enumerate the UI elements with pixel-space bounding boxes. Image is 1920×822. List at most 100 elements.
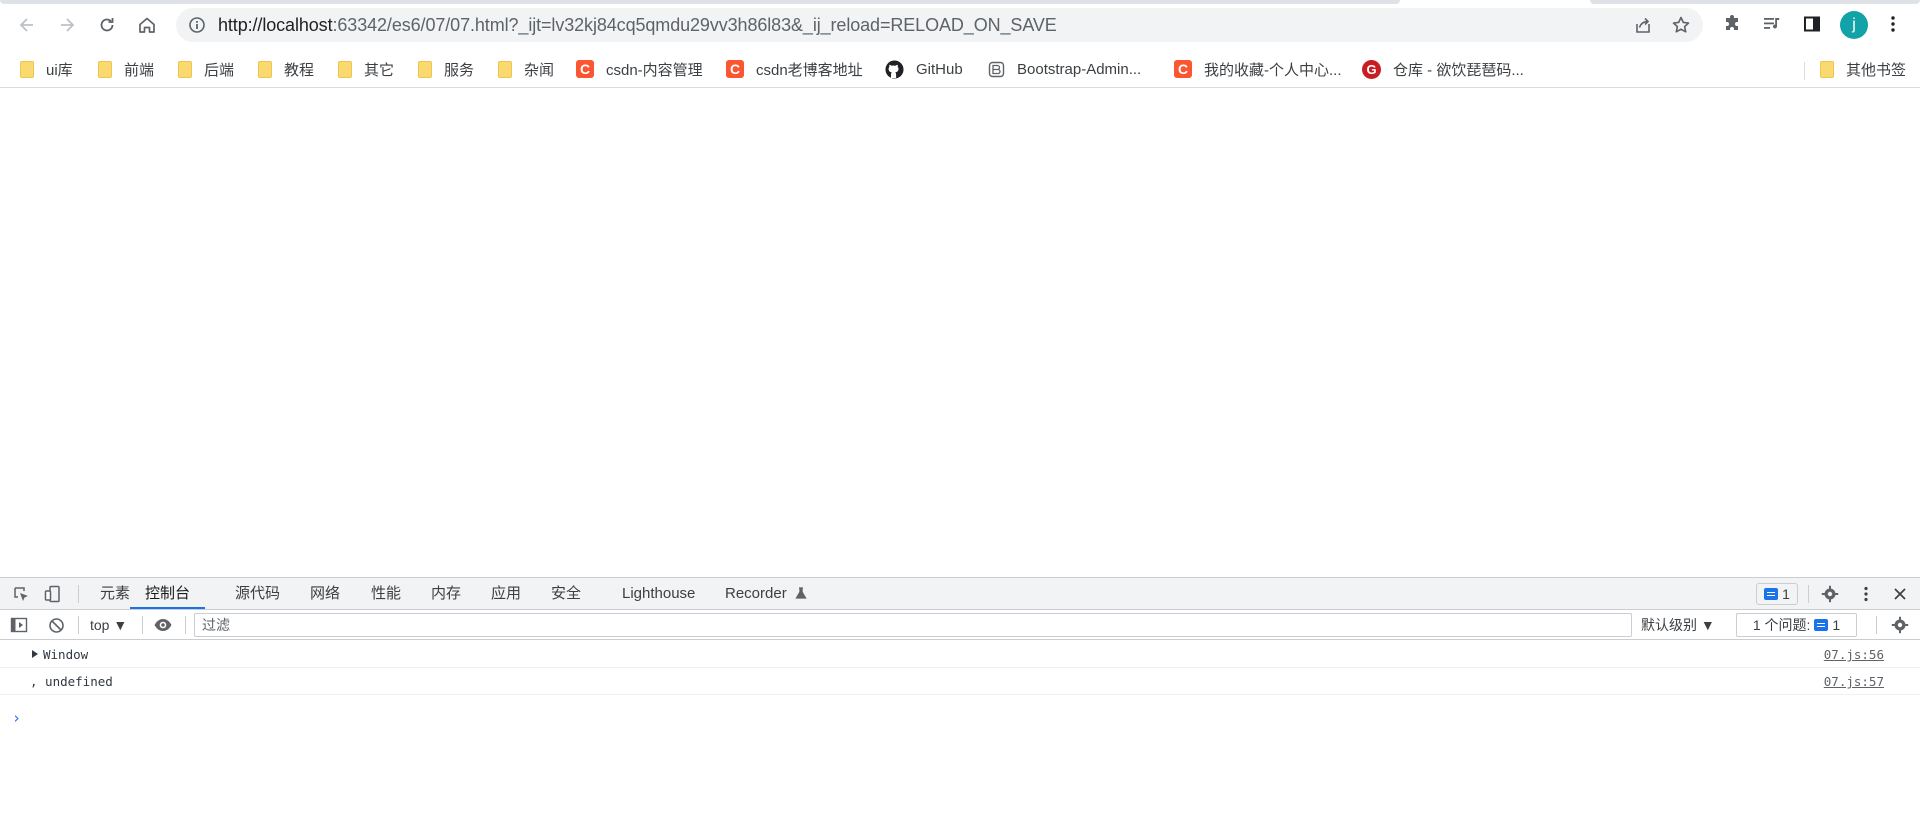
tab-lighthouse[interactable]: Lighthouse [622,578,695,609]
bookmark-folder-other[interactable]: 其它 [338,56,394,82]
console-message[interactable]: , undefined 07.js:57 [0,668,1920,695]
bookmark-csdn-favorites[interactable]: C 我的收藏-个人中心... [1174,56,1342,82]
kebab-menu-icon [1864,586,1868,602]
bookmark-other-bookmarks[interactable]: 其他书签 [1820,56,1906,82]
filter-separator [142,616,143,634]
bookmark-github[interactable]: GitHub [885,56,963,82]
page-viewport [0,89,1920,577]
bookmark-csdn-content[interactable]: Ccsdn-内容管理 [576,56,703,82]
reload-icon [100,18,114,32]
star-icon[interactable] [1671,15,1691,35]
side-panel-icon [1804,16,1820,32]
console-prompt[interactable]: › [12,709,21,727]
puzzle-icon [1726,15,1738,30]
folder-icon [418,60,432,78]
browser-toolbar: http://localhost:63342/es6/07/07.html?_i… [0,0,1920,50]
eye-icon [154,619,172,631]
devtools-panel: 元素 控制台 源代码 网络 性能 内存 应用 安全 Lighthouse Rec… [0,577,1920,822]
message-icon [1814,619,1829,631]
home-icon [139,17,155,33]
bookmark-csdn-old-blog[interactable]: Ccsdn老博客地址 [726,56,863,82]
filter-separator [78,616,79,634]
show-sidebar-button[interactable] [9,615,29,635]
tab-recorder[interactable]: Recorder [725,578,807,609]
info-icon[interactable] [188,16,206,34]
tab-separator [78,585,79,603]
message-icon [1764,588,1779,600]
clear-console-button[interactable] [46,615,66,635]
side-panel-button[interactable] [1801,13,1823,35]
issues-count-button[interactable]: 1 个问题: 1 [1736,613,1857,637]
tab-strip-edge-right [1590,0,1920,4]
menu-button[interactable] [1882,13,1904,35]
live-expression-button[interactable] [153,615,173,635]
expand-triangle-icon[interactable] [31,649,39,659]
bookmark-gitee-repo[interactable]: G 仓库 - 欲饮琵琶码... [1362,56,1524,82]
issues-badge-button[interactable]: 1 [1756,583,1798,605]
bookmark-folder-ui[interactable]: ui库 [20,56,73,82]
console-source-link[interactable]: 07.js:57 [1824,674,1884,689]
console-source-link[interactable]: 07.js:56 [1824,647,1884,662]
gitee-icon: G [1362,59,1381,79]
tab-security[interactable]: 安全 [551,578,581,609]
gear-icon [1891,616,1909,634]
share-icon[interactable] [1633,15,1653,35]
devtools-more-button[interactable] [1856,584,1876,604]
tab-elements[interactable]: 元素 [100,578,130,609]
close-icon [1894,588,1906,600]
bookmark-folder-tutorials[interactable]: 教程 [258,56,314,82]
url-host: http://localhost [218,15,333,35]
bookmark-folder-backend[interactable]: 后端 [178,56,234,82]
context-selector[interactable]: top ▼ [90,614,127,636]
tab-network[interactable]: 网络 [310,578,340,609]
devtools-settings-button[interactable] [1820,584,1840,604]
reload-button[interactable] [92,10,122,40]
csdn-icon: C [576,60,594,78]
folder-icon [498,60,512,78]
devtools-tabbar: 元素 控制台 源代码 网络 性能 内存 应用 安全 Lighthouse Rec… [0,578,1920,610]
bookmarks-separator [1804,62,1805,80]
bootstrap-admin-icon [988,61,1005,77]
bookmark-folder-news[interactable]: 杂闻 [498,56,554,82]
console-message[interactable]: Window 07.js:56 [0,641,1920,668]
csdn-icon: C [1174,60,1192,78]
tab-console[interactable]: 控制台 [130,578,206,609]
block-icon [48,617,64,633]
forward-button[interactable] [52,10,82,40]
folder-icon [178,60,192,78]
bookmark-folder-frontend[interactable]: 前端 [98,56,154,82]
folder-icon [98,60,112,78]
gear-icon [1821,585,1839,603]
bookmark-bootstrap-admin[interactable]: Bootstrap-Admin... [988,56,1141,82]
device-toolbar-button[interactable] [43,584,63,604]
profile-avatar[interactable]: j [1840,11,1868,39]
filter-separator [1876,616,1877,634]
devtools-close-button[interactable] [1890,584,1910,604]
tab-memory[interactable]: 内存 [431,578,461,609]
filter-separator [185,616,186,634]
folder-icon [20,60,34,78]
tab-sources[interactable]: 源代码 [235,578,280,609]
address-bar[interactable]: http://localhost:63342/es6/07/07.html?_i… [176,8,1703,42]
console-filter-input[interactable]: 过滤 [194,613,1632,637]
back-button[interactable] [12,10,42,40]
console-settings-button[interactable] [1890,615,1910,635]
console-message-text: Window [43,647,89,662]
media-control-button[interactable] [1761,13,1783,35]
tab-performance[interactable]: 性能 [371,578,401,609]
bookmarks-bar: ui库 前端 后端 教程 其它 服务 杂闻 Ccsdn-内容管理 Ccsdn老博… [0,50,1920,88]
kebab-menu-icon [1891,16,1895,32]
arrow-right-icon [61,18,75,32]
url-text[interactable]: http://localhost:63342/es6/07/07.html?_i… [218,8,1057,42]
console-toolbar: top ▼ 过滤 默认级别 ▼ 1 个问题: 1 [0,610,1920,640]
log-levels-dropdown[interactable]: 默认级别 ▼ [1641,614,1715,636]
inspect-icon [14,587,28,601]
tab-application[interactable]: 应用 [491,578,521,609]
device-icon [44,585,60,603]
console-message-text: , undefined [30,674,113,689]
inspect-element-button[interactable] [11,584,31,604]
extensions-button[interactable] [1722,13,1744,35]
url-path: :63342/es6/07/07.html?_ijt=lv32kj84cq5qm… [332,15,1057,35]
home-button[interactable] [132,10,162,40]
bookmark-folder-services[interactable]: 服务 [418,56,474,82]
